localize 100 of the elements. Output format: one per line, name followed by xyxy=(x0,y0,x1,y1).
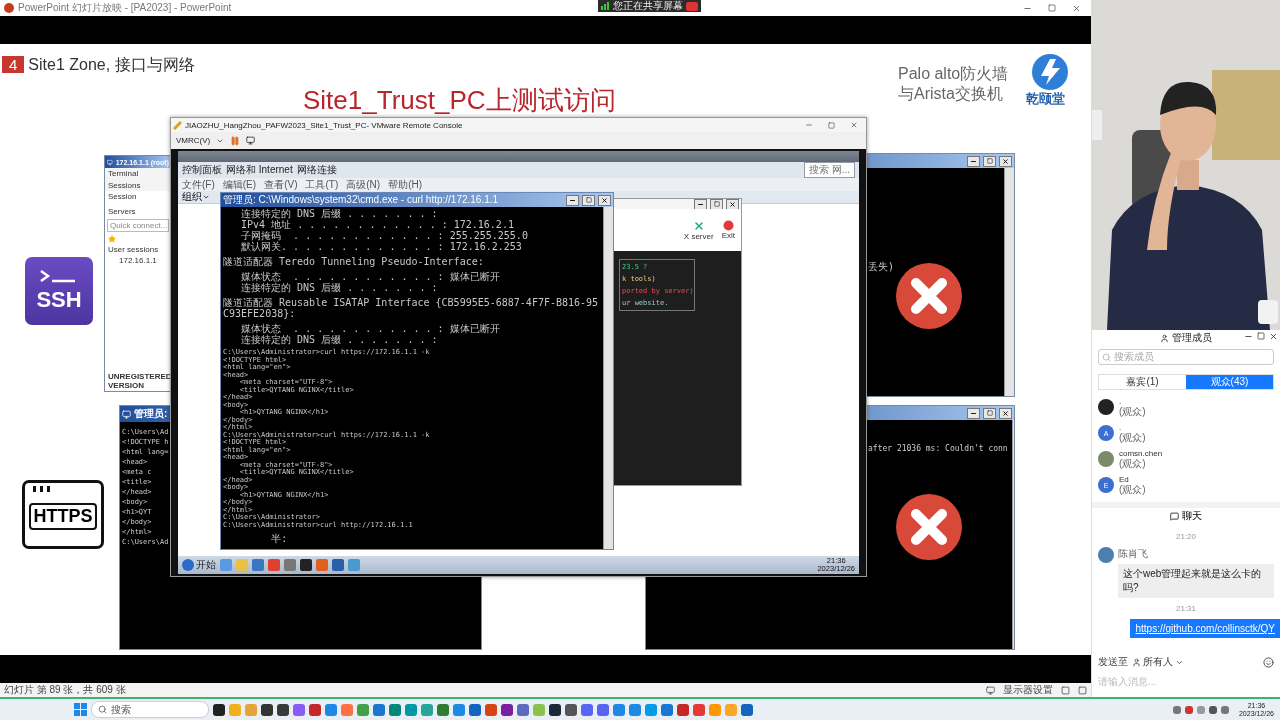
display-icon[interactable] xyxy=(986,685,995,695)
tree-item[interactable]: 172.16.1.1 xyxy=(119,256,157,265)
emoji-icon[interactable] xyxy=(1263,656,1274,668)
console-line: 媒体状态 . . . . . . . . . . . . : 媒体已断开 xyxy=(240,271,501,282)
pin-icon xyxy=(173,120,182,130)
window-title: 管理员: C:\Windows\system32\cmd.exe - curl http://172.16.1.1 xyxy=(223,193,499,207)
status-text: UNREGISTERED VERSION xyxy=(108,372,172,390)
member-name: . xyxy=(1119,423,1123,433)
menu-item[interactable]: 帮助(H) xyxy=(388,177,423,192)
window-title: 管理员: xyxy=(134,407,168,421)
brand-text: 与Arista交换机 xyxy=(898,84,1004,104)
window-title: PowerPoint 幻灯片放映 - [PA2023] - PowerPoint xyxy=(18,1,232,15)
member-name: Ed xyxy=(1119,475,1130,485)
menu-item[interactable]: 工具(T) xyxy=(305,177,339,192)
breadcrumb-item[interactable]: 网络连接 xyxy=(296,163,337,177)
display-icon[interactable] xyxy=(246,136,256,145)
monitor-icon xyxy=(107,158,113,166)
app-icon[interactable] xyxy=(277,703,289,716)
app-icon[interactable] xyxy=(261,703,273,716)
app-icon[interactable] xyxy=(501,703,513,716)
search-field[interactable]: 搜索 xyxy=(91,701,209,718)
console-line: 连接特定的 DNS 后缀 . . . . . . . : xyxy=(240,282,439,293)
windows-orb-icon[interactable] xyxy=(182,559,194,571)
toolbar-button[interactable]: X server xyxy=(683,219,714,241)
scrollbar[interactable] xyxy=(603,207,613,549)
x-icon[interactable] xyxy=(692,219,705,232)
console-line: 隧道适配器 Teredo Tunneling Pseudo-Interface: xyxy=(223,256,485,267)
terminal-text: after 21036 ms: Couldn't conn xyxy=(868,444,1008,453)
start-button[interactable]: 开始 xyxy=(182,558,216,572)
panel-title: 聊天 xyxy=(1182,509,1202,523)
close-button[interactable] xyxy=(1269,332,1278,341)
terminal-text: 丢失) xyxy=(868,261,895,272)
menu-item[interactable]: 编辑(E) xyxy=(222,177,257,192)
star-icon[interactable] xyxy=(108,235,116,243)
menu-item[interactable]: Terminal xyxy=(108,169,139,178)
panel-title: 管理成员 xyxy=(1172,331,1212,345)
console-line: IPv4 地址 . . . . . . . . . . . . : 172.16.2.1 xyxy=(240,219,515,230)
section-number: 4 xyxy=(2,56,25,73)
quick-connect-field[interactable]: Quick connect... xyxy=(107,219,169,232)
avatar xyxy=(1098,451,1114,467)
caret-icon[interactable] xyxy=(202,193,210,201)
menu-item[interactable]: 文件(F) xyxy=(182,177,215,192)
avatar xyxy=(1098,399,1114,415)
app-icon[interactable] xyxy=(565,703,577,716)
breadcrumb-item[interactable]: 网络和 Internet xyxy=(226,163,293,177)
window-title: JIAOZHU_HangZhou_PAFW2023_Site1_Trust_PC- VMware Remote Console xyxy=(185,120,463,130)
recipient-dropdown[interactable]: 所有人 xyxy=(1132,655,1184,669)
app-icon[interactable] xyxy=(549,703,561,716)
console-line: 子网掩码 . . . . . . . . . . . . : 255.255.255.0 xyxy=(240,230,529,241)
console-line: 媒体状态 . . . . . . . . . . . . : 媒体已断开 xyxy=(240,323,501,334)
error-icon xyxy=(896,263,962,329)
avatar xyxy=(1098,547,1114,563)
share-status: 您正在共享屏幕 xyxy=(613,0,683,13)
search-field[interactable]: 搜索 网... xyxy=(803,162,855,178)
console-line: 半: xyxy=(270,533,289,544)
send-to-label: 发送至 xyxy=(1098,655,1128,669)
brand-name: 乾颐堂 xyxy=(1026,90,1065,108)
power-icon[interactable] xyxy=(722,220,734,231)
console-line: 连接特定的 DNS 后缀 . . . . . . . : xyxy=(240,334,439,345)
breadcrumb-item[interactable]: 控制面板 xyxy=(182,163,222,177)
tab[interactable]: 观众(43) xyxy=(1186,375,1273,389)
member-role: (观众) xyxy=(1119,433,1146,443)
member-role: (观众) xyxy=(1119,407,1146,417)
member-name: comsn.chen xyxy=(1119,449,1163,459)
start-icon[interactable] xyxy=(74,703,87,716)
signal-icon xyxy=(601,2,610,10)
toolbar-button[interactable]: Servers xyxy=(108,207,136,216)
timestamp: 21:20 xyxy=(1175,532,1197,541)
error-icon xyxy=(896,494,962,560)
toolbar-button[interactable]: Exit xyxy=(721,220,735,240)
pause-icon[interactable] xyxy=(230,135,241,146)
display-settings-button[interactable]: 显示器设置 xyxy=(1003,683,1053,697)
section-title: Site1 Zone, 接口与网络 xyxy=(28,56,195,73)
menu-item[interactable]: 高级(N) xyxy=(346,177,381,192)
console-line: 隧道适配器 Reusable ISATAP Interface {CB5995E5-6887-4F7F-B816-95C93EFE2038}: xyxy=(223,297,600,319)
maximize-button[interactable] xyxy=(1257,332,1265,340)
brand-text: Palo alto防火墙 xyxy=(898,64,1009,84)
search-icon xyxy=(98,705,107,714)
member-name: . xyxy=(1119,397,1123,407)
https-label: HTTPS xyxy=(29,503,97,530)
menu-button[interactable]: VMRC(V) xyxy=(176,136,211,145)
scrollbar[interactable] xyxy=(1004,168,1014,396)
member-role: (观众) xyxy=(1119,485,1146,495)
maximize-icon[interactable] xyxy=(828,121,835,129)
console-line: 默认网关. . . . . . . . . . . . . : 172.16.2.253 xyxy=(240,241,523,252)
message-link[interactable]: https://github.com/collinsctk/QY xyxy=(1130,619,1280,638)
slide-title: Site1_Trust_PC上测试访问 xyxy=(303,85,616,115)
message-bubble: 这个web管理起来就是这么卡的吗? xyxy=(1118,564,1274,598)
organize-button[interactable]: 组织 xyxy=(182,190,202,204)
user-icon[interactable] xyxy=(1132,657,1141,667)
user-icon xyxy=(1160,333,1169,343)
menu-item[interactable]: 查看(V) xyxy=(264,177,298,192)
tree-item[interactable]: User sessions xyxy=(108,245,159,254)
maximize-icon[interactable] xyxy=(1048,4,1056,12)
search-icon xyxy=(1102,352,1111,362)
app-icon[interactable] xyxy=(213,703,225,716)
menu-item[interactable]: Sessions xyxy=(108,181,141,190)
toolbar-button[interactable]: Session xyxy=(108,192,137,201)
scrollbar[interactable] xyxy=(1011,420,1014,649)
stop-icon[interactable] xyxy=(686,1,698,11)
